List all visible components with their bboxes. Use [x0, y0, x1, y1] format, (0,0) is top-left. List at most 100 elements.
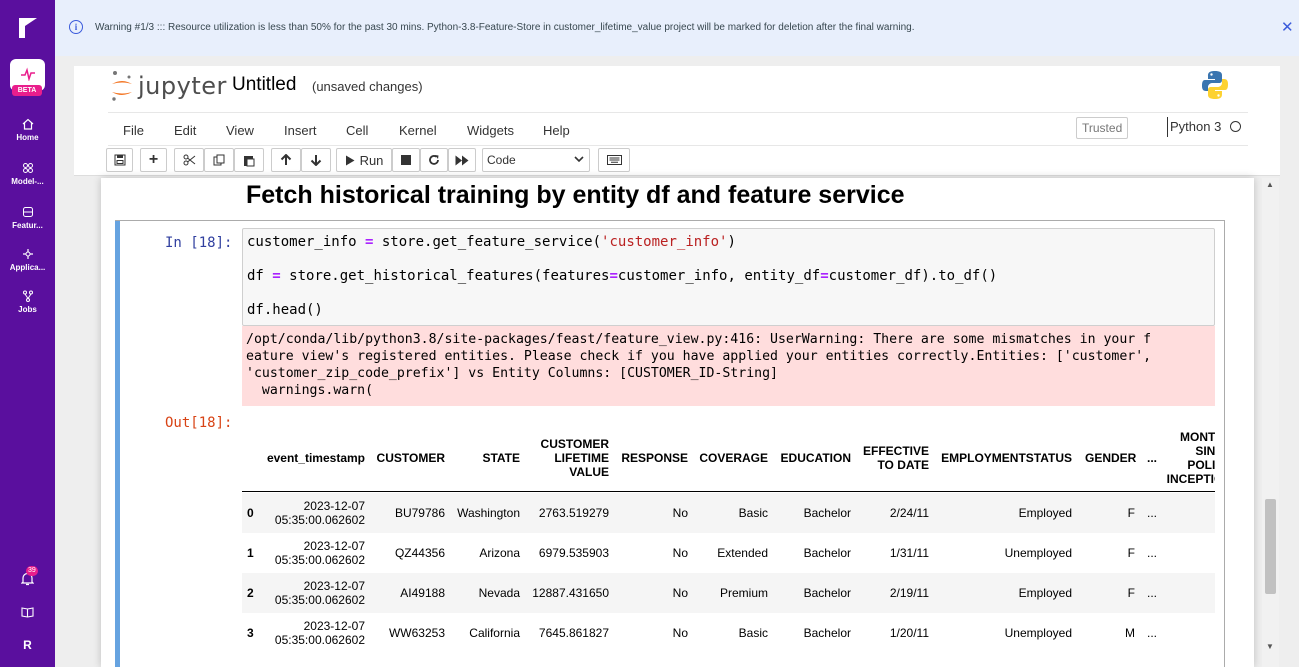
- cell-state: Washington: [457, 506, 520, 520]
- jobs-icon: [22, 290, 33, 302]
- run-button[interactable]: Run: [336, 148, 392, 172]
- save-button[interactable]: [106, 148, 133, 172]
- scroll-down-icon[interactable]: ▼: [1266, 642, 1274, 651]
- cut-button[interactable]: [174, 148, 204, 172]
- menu-help[interactable]: Help: [543, 123, 570, 138]
- close-banner-button[interactable]: ✕: [1281, 18, 1294, 36]
- command-palette-button[interactable]: [598, 148, 630, 172]
- cell-eff: 2/19/11: [889, 586, 929, 600]
- user-avatar[interactable]: R: [0, 638, 55, 652]
- code-cell[interactable]: In [18]: customer_info = store.get_featu…: [115, 220, 1225, 667]
- cell-state: California: [469, 626, 520, 640]
- restart-run-all-button[interactable]: [448, 148, 476, 172]
- cell-event-timestamp: 2023-12-07 05:35:00.062602: [245, 579, 365, 607]
- trusted-indicator[interactable]: Trusted: [1076, 117, 1129, 139]
- menu-insert[interactable]: Insert: [284, 123, 317, 138]
- interrupt-kernel-button[interactable]: [392, 148, 420, 172]
- cell-state: Arizona: [479, 546, 520, 560]
- cell-customer: BU79786: [394, 506, 445, 520]
- column-header-line: CUSTOMER: [376, 451, 445, 465]
- cell-state: Nevada: [478, 586, 520, 600]
- menu-widgets[interactable]: Widgets: [467, 123, 514, 138]
- cell-emp: Unemployed: [1004, 626, 1072, 640]
- paste-button[interactable]: [234, 148, 264, 172]
- cell-coverage: Extended: [717, 546, 768, 560]
- model-icon: [22, 163, 33, 173]
- cell-education: Bachelor: [803, 506, 851, 520]
- column-header-line: LIFETIME: [554, 451, 609, 465]
- insert-cell-button[interactable]: +: [140, 148, 167, 172]
- cell-clv: 12887.431650: [532, 586, 609, 600]
- cell-type-select[interactable]: Code: [482, 148, 590, 172]
- code-line: df.head(): [247, 302, 323, 318]
- left-sidebar: BETA Home Model-... Featur... Applica...…: [0, 0, 55, 667]
- table-row: 0 2023-12-07 05:35:00.062602 BU79786 Washing…: [242, 493, 1215, 533]
- kernel-name[interactable]: Python 3: [1170, 119, 1221, 134]
- sidebar-item-feature-store[interactable]: Featur...: [0, 206, 55, 230]
- column-header-line: TO DATE: [877, 458, 929, 472]
- arrow-down-icon: [310, 155, 322, 166]
- jupyter-logo-icon[interactable]: [110, 70, 134, 102]
- column-header-line: VALUE: [569, 465, 609, 479]
- cell-type-value: Code: [487, 153, 516, 167]
- column-header-line: MONTHS: [1180, 430, 1215, 444]
- save-icon: [114, 154, 125, 166]
- cell-emp: Employed: [1018, 586, 1072, 600]
- cell-response: No: [672, 506, 688, 520]
- copy-button[interactable]: [204, 148, 234, 172]
- markdown-heading: Fetch historical training by entity df a…: [246, 181, 905, 209]
- vertical-scrollbar[interactable]: ▲ ▼: [1262, 178, 1279, 667]
- move-up-button[interactable]: [271, 148, 301, 172]
- timestamp-date: 2023-12-07: [303, 619, 365, 633]
- sidebar-item-jobs[interactable]: Jobs: [0, 290, 55, 314]
- brand-logo-icon[interactable]: [17, 16, 39, 40]
- column-header-line: INCEPTION: [1166, 472, 1215, 486]
- warning-banner: i Warning #1/3 ::: Resource utilization …: [55, 0, 1299, 56]
- timestamp-date: 2023-12-07: [303, 499, 365, 513]
- code-line: df = store.get_historical_features(featu…: [247, 268, 998, 284]
- notifications-button[interactable]: 39: [0, 566, 55, 586]
- output-prompt: Out[18]:: [165, 415, 233, 431]
- cell-response: No: [672, 586, 688, 600]
- menu-file[interactable]: File: [123, 123, 144, 138]
- move-down-button[interactable]: [301, 148, 331, 172]
- column-header: EDUCATION: [771, 451, 851, 465]
- arrow-up-icon: [280, 154, 292, 165]
- timestamp-date: 2023-12-07: [303, 539, 365, 553]
- column-header: event_timestamp: [245, 451, 365, 465]
- menu-view[interactable]: View: [226, 123, 254, 138]
- cell-eff: 2/24/11: [889, 506, 929, 520]
- scroll-up-icon[interactable]: ▲: [1266, 180, 1274, 189]
- sidebar-item-label: Model-...: [11, 177, 44, 186]
- sidebar-item-label: Featur...: [12, 221, 43, 230]
- cell-education: Bachelor: [803, 546, 851, 560]
- jupyter-wordmark[interactable]: jupyter: [138, 72, 227, 100]
- column-header: RESPONSE: [613, 451, 688, 465]
- column-header-line: EDUCATION: [780, 451, 851, 465]
- menu-kernel[interactable]: Kernel: [399, 123, 437, 138]
- run-label: Run: [359, 152, 384, 168]
- column-header-line: POLICY: [1187, 458, 1215, 472]
- cell-customer: QZ44356: [394, 546, 445, 560]
- code-editor[interactable]: customer_info = store.get_feature_servic…: [242, 228, 1215, 326]
- notebook-title[interactable]: Untitled: [232, 74, 296, 96]
- notebook-area: Fetch historical training by entity df a…: [74, 178, 1280, 667]
- column-header-line: event_timestamp: [266, 451, 365, 465]
- docs-button[interactable]: [0, 606, 55, 618]
- cell-event-timestamp: 2023-12-07 05:35:00.062602: [245, 539, 365, 567]
- cell-event-timestamp: 2023-12-07 05:35:00.062602: [245, 499, 365, 527]
- column-header-line: RESPONSE: [621, 451, 688, 465]
- column-header: GENDER: [1085, 451, 1136, 465]
- cell-event-timestamp: 2023-12-07 05:35:00.062602: [245, 619, 365, 647]
- menu-edit[interactable]: Edit: [174, 123, 196, 138]
- restart-kernel-button[interactable]: [420, 148, 448, 172]
- feature-store-icon: [22, 207, 33, 217]
- column-header: CUSTOMER: [365, 451, 445, 465]
- menu-cell[interactable]: Cell: [346, 123, 368, 138]
- column-header: ...: [1137, 451, 1157, 465]
- sidebar-item-home[interactable]: Home: [0, 118, 55, 142]
- sidebar-item-applications[interactable]: Applica...: [0, 248, 55, 272]
- sidebar-item-models[interactable]: Model-...: [0, 162, 55, 186]
- scrollbar-thumb[interactable]: [1265, 499, 1276, 594]
- cell-ell: ...: [1147, 626, 1158, 640]
